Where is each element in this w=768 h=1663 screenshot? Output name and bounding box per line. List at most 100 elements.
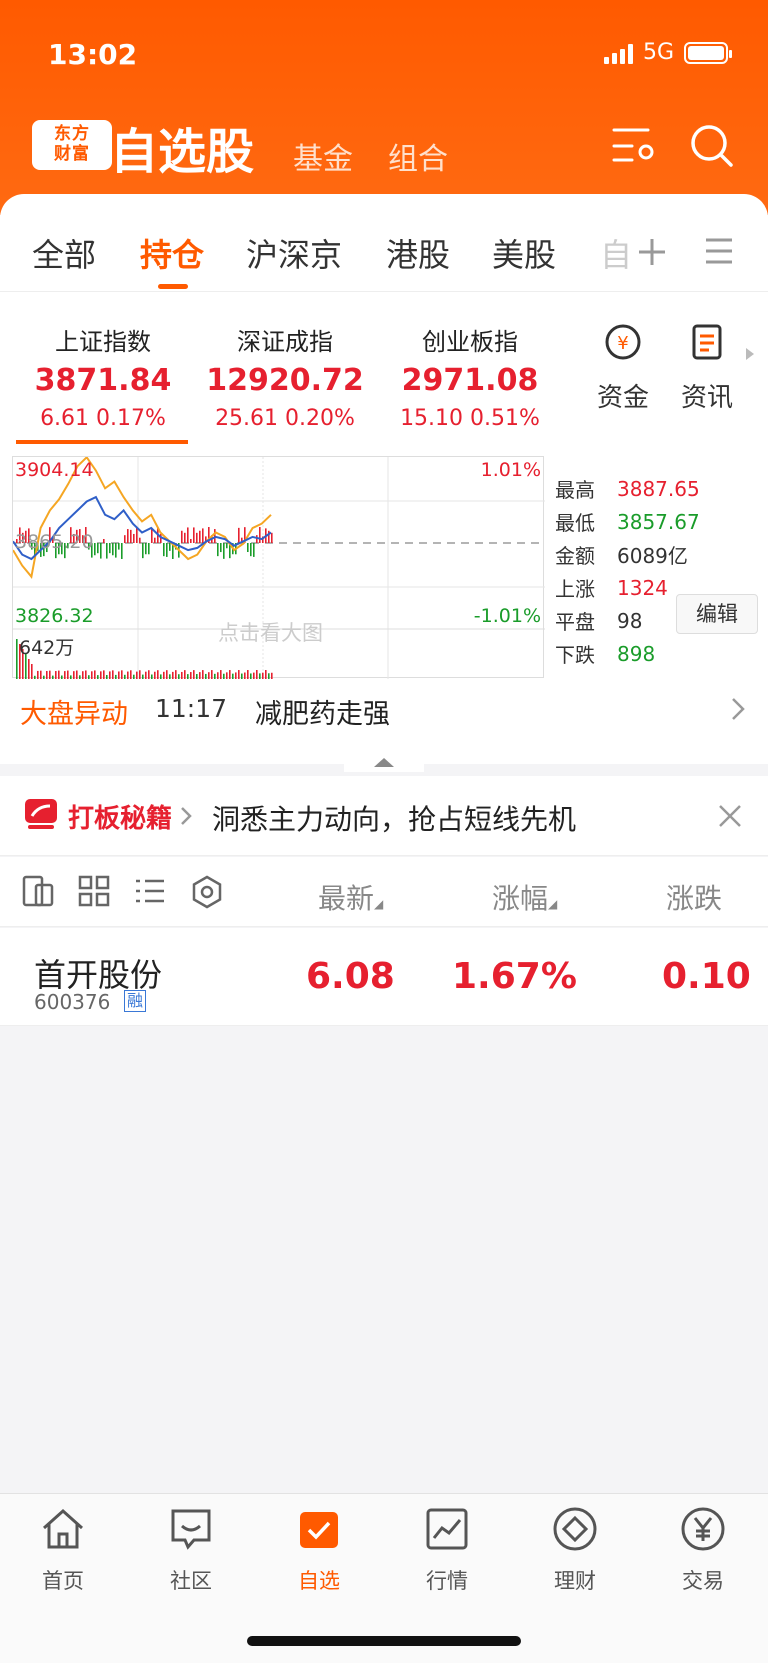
- promo-banner[interactable]: 打板秘籍 洞悉主力动向，抢占短线先机: [0, 776, 768, 856]
- volume-bar: [91, 671, 93, 679]
- edit-button[interactable]: 编辑: [676, 594, 758, 634]
- battery-icon: [684, 41, 732, 64]
- layout-switch-icon[interactable]: [22, 875, 54, 907]
- diff-bar: [202, 528, 204, 543]
- header-tab-portfolio[interactable]: 组合: [388, 134, 448, 178]
- volume-bar: [223, 673, 225, 679]
- volume-bar: [115, 674, 117, 679]
- volume-bar: [268, 673, 270, 679]
- volume-bar: [226, 672, 228, 679]
- header-tab-funds[interactable]: 基金: [293, 134, 353, 178]
- volume-bar: [100, 671, 102, 679]
- chart-icon: [426, 1508, 468, 1550]
- volume-bar: [61, 675, 63, 679]
- active-index-indicator: [16, 440, 188, 444]
- intraday-chart[interactable]: 3904.14 3865.20 3826.32 1.01% -1.01% 642…: [12, 456, 545, 679]
- volume-bar: [208, 672, 210, 679]
- volume-bar: [133, 674, 135, 679]
- stock-latest: 6.08: [306, 956, 395, 997]
- settings-list-icon[interactable]: [610, 122, 658, 170]
- chevron-right-icon[interactable]: [744, 346, 756, 362]
- volume-bar: [142, 674, 144, 679]
- volume-bar: [151, 674, 153, 679]
- margin-badge: 融: [124, 990, 147, 1012]
- index-chinext[interactable]: 创业板指 2971.08 15.10 0.51%: [385, 322, 555, 431]
- volume-bar: [97, 675, 99, 679]
- diamond-icon: [553, 1507, 597, 1551]
- home-icon: [42, 1508, 84, 1549]
- stock-change: 0.10: [662, 956, 751, 997]
- volume-bar: [118, 671, 120, 679]
- volume-bar: [232, 673, 234, 679]
- volume-bar: [46, 670, 48, 679]
- table-row[interactable]: 首开股份 600376 融 6.08 1.67% 0.10: [0, 928, 768, 1026]
- volume-bar: [244, 672, 246, 679]
- chart-mid-label: 3865.20: [15, 531, 94, 553]
- settings-hex-icon[interactable]: [190, 875, 224, 909]
- collapse-handle[interactable]: [344, 748, 424, 772]
- diff-bar: [193, 527, 195, 543]
- tab-us[interactable]: 美股: [492, 230, 556, 276]
- app-logo: 东方 财富: [32, 120, 112, 170]
- diff-bar: [247, 543, 249, 553]
- movers-label: 大盘异动: [20, 699, 128, 730]
- column-latest[interactable]: 最新◢: [318, 877, 383, 917]
- volume-bar: [124, 674, 126, 679]
- diff-bar: [112, 543, 114, 556]
- funds-link[interactable]: ¥ 资金: [588, 322, 658, 414]
- volume-bar: [211, 670, 213, 679]
- nav-community[interactable]: 社区: [141, 1506, 241, 1595]
- promo-brand: 打板秘籍: [68, 804, 173, 834]
- volume-bar: [34, 675, 36, 679]
- volume-bar: [175, 670, 177, 679]
- list-view-icon[interactable]: [134, 877, 166, 905]
- nav-wealth[interactable]: 理财: [525, 1506, 625, 1595]
- nav-trade[interactable]: 交易: [653, 1506, 753, 1595]
- market-stats: 最高 3887.65 最低 3857.67 金额 6089亿 上涨 1324 平盘 98 …: [555, 472, 765, 670]
- market-movers-bar[interactable]: 大盘异动 11:17 减肥药走强: [0, 680, 768, 736]
- close-icon[interactable]: [718, 804, 742, 828]
- nav-watchlist[interactable]: 自选: [269, 1506, 369, 1595]
- chart-pct-high: 1.01%: [480, 459, 541, 481]
- volume-bar: [121, 670, 123, 679]
- tab-holdings[interactable]: 持仓: [140, 230, 204, 276]
- tab-hk[interactable]: 港股: [386, 230, 450, 276]
- tab-a-shares[interactable]: 沪深京: [246, 230, 342, 276]
- volume-bar: [250, 673, 252, 679]
- funds-icon: ¥: [605, 324, 641, 360]
- search-icon[interactable]: [688, 122, 736, 170]
- stock-code: 600376: [34, 990, 111, 1014]
- tab-all[interactable]: 全部: [32, 230, 96, 276]
- diff-bar: [190, 538, 192, 543]
- news-link[interactable]: 资讯: [672, 322, 742, 414]
- index-shanghai[interactable]: 上证指数 3871.84 6.61 0.17%: [18, 322, 188, 431]
- volume-bar: [193, 670, 195, 679]
- column-pct-change[interactable]: 涨幅◢: [492, 877, 557, 917]
- grid-view-icon[interactable]: [78, 875, 110, 907]
- volume-bar: [49, 670, 51, 679]
- diff-bar: [133, 533, 135, 543]
- diff-bar: [97, 543, 99, 554]
- diff-bar: [199, 530, 201, 543]
- column-change[interactable]: 涨跌: [666, 877, 722, 917]
- chevron-up-icon: [374, 758, 394, 767]
- volume-bar: [43, 675, 45, 679]
- stat-amount: 金额 6089亿: [555, 544, 688, 568]
- chart-low-label: 3826.32: [15, 605, 94, 627]
- promo-logo-icon: [25, 799, 57, 829]
- diff-bar: [109, 543, 111, 554]
- diff-bar: [250, 543, 252, 557]
- nav-market[interactable]: 行情: [397, 1506, 497, 1595]
- yuan-icon: [681, 1507, 725, 1551]
- diff-bar: [220, 543, 222, 553]
- volume-bar: [130, 670, 132, 679]
- index-shenzhen[interactable]: 深证成指 12920.72 25.61 0.20%: [200, 322, 370, 431]
- volume-bar: [187, 674, 189, 679]
- menu-icon[interactable]: [704, 236, 734, 266]
- volume-bar: [247, 670, 249, 679]
- diff-bar: [139, 537, 141, 543]
- tab-more-partial[interactable]: 自: [600, 230, 632, 276]
- nav-home[interactable]: 首页: [13, 1506, 113, 1595]
- add-icon[interactable]: [636, 236, 668, 268]
- volume-bar: [190, 672, 192, 679]
